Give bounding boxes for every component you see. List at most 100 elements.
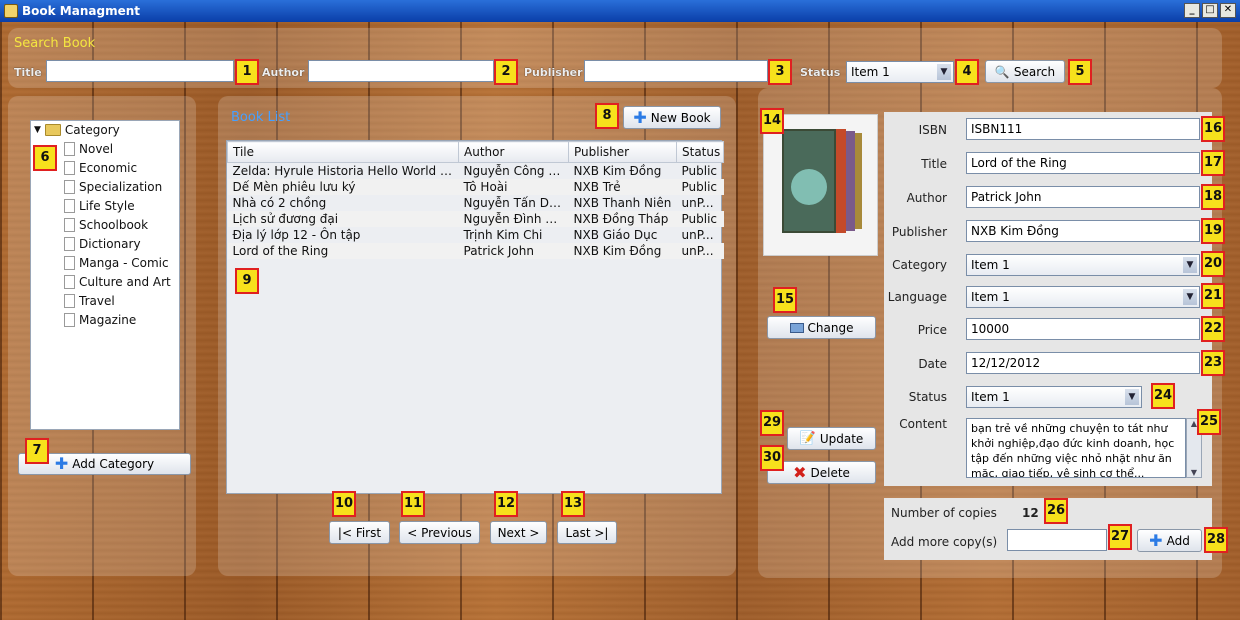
annotation-badge: 23	[1201, 350, 1225, 376]
table-row[interactable]: Zelda: Hyrule Historia Hello World RD...…	[228, 163, 724, 179]
annotation-badge: 6	[33, 145, 57, 171]
status-value: Item 1	[971, 390, 1010, 404]
cell-publisher: NXB Giáo Dục	[573, 227, 658, 242]
new-book-label: New Book	[650, 110, 711, 125]
category-item-manga-comic[interactable]: Manga - Comic	[64, 256, 169, 270]
document-icon	[64, 256, 75, 270]
content-textarea[interactable]: bạn trẻ về những chuyện to tát như khởi …	[966, 418, 1186, 478]
search-status-select[interactable]: Item 1 ▼	[846, 61, 954, 83]
cell-publisher: NXB Kim Đồng	[573, 163, 662, 178]
search-button-label: Search	[1013, 64, 1056, 79]
add-copies-input[interactable]	[1007, 529, 1107, 551]
column-header-title[interactable]: Tile	[227, 141, 459, 163]
table-row[interactable]: Nhà có 2 chồng Nguyễn Tấn Dũng NXB Thanh N…	[228, 195, 724, 211]
first-page-button[interactable]: |< First	[329, 521, 390, 544]
minimize-button[interactable]: _	[1184, 3, 1200, 18]
table-row[interactable]: Dế Mèn phiêu lưu ký Tô Hoài NXB Trẻ Public	[227, 178, 724, 195]
document-icon	[64, 199, 75, 213]
category-item-novel[interactable]: Novel	[64, 142, 113, 156]
cell-author: Patrick John	[458, 242, 569, 259]
update-button[interactable]: 📝 Update	[787, 427, 876, 450]
annotation-badge: 10	[332, 491, 356, 517]
tree-root[interactable]: ▼ Category	[34, 123, 120, 137]
annotation-badge: 22	[1201, 316, 1225, 342]
annotation-badge: 3	[768, 59, 792, 85]
annotation-badge: 20	[1201, 251, 1225, 277]
cell-status: unP...	[676, 242, 724, 259]
category-label: Schoolbook	[79, 218, 149, 232]
new-book-button[interactable]: ✚ New Book	[623, 106, 721, 129]
language-label: Language	[887, 290, 947, 304]
cell-title: Dế Mèn phiêu lưu ký	[227, 178, 459, 195]
search-publisher-label: Publisher	[524, 66, 583, 79]
close-button[interactable]: ✕	[1220, 3, 1236, 18]
window-titlebar: Book Managment _ □ ✕	[0, 0, 1240, 22]
search-button[interactable]: 🔍 Search	[985, 60, 1065, 83]
date-field[interactable]	[966, 352, 1200, 374]
category-label: Novel	[79, 142, 114, 156]
annotation-badge: 27	[1108, 524, 1132, 550]
category-item-travel[interactable]: Travel	[64, 294, 115, 308]
title-label: Title	[921, 157, 947, 171]
search-author-input[interactable]	[308, 60, 494, 82]
plus-icon: ✚	[633, 107, 647, 127]
table-row[interactable]: Lord of the Ring Patrick John NXB Kim Đồng…	[227, 242, 724, 259]
isbn-field[interactable]	[966, 118, 1200, 140]
category-label: Economic	[79, 161, 138, 175]
table-row[interactable]: Địa lý lớp 12 - Ôn tập Trịnh Kim Chi NXB G…	[228, 227, 724, 243]
column-header-publisher[interactable]: Publisher	[568, 141, 677, 163]
search-title: Search Book	[14, 36, 96, 51]
change-image-button[interactable]: Change	[767, 316, 876, 339]
previous-page-button[interactable]: < Previous	[399, 521, 480, 544]
annotation-badge: 24	[1151, 383, 1175, 409]
search-title-input[interactable]	[46, 60, 234, 82]
annotation-badge: 30	[760, 445, 784, 471]
language-select[interactable]: Item 1 ▼	[966, 286, 1200, 308]
annotation-badge: 16	[1201, 116, 1225, 142]
add-copies-button[interactable]: ✚ Add	[1137, 529, 1202, 552]
column-header-author[interactable]: Author	[458, 141, 569, 163]
category-item-economic[interactable]: Economic	[64, 161, 137, 175]
maximize-button[interactable]: □	[1202, 3, 1218, 18]
search-title-label: Title	[14, 66, 42, 79]
language-value: Item 1	[971, 290, 1010, 304]
cell-status: Public	[676, 178, 724, 195]
status-select[interactable]: Item 1 ▼	[966, 386, 1142, 408]
cell-publisher: NXB Trẻ	[568, 178, 677, 195]
category-item-dictionary[interactable]: Dictionary	[64, 237, 141, 251]
book-table[interactable]: Tile Author Publisher Status Zelda: Hyru…	[226, 140, 724, 494]
annotation-badge: 15	[773, 287, 797, 313]
title-field[interactable]	[966, 152, 1200, 174]
cell-publisher: NXB Thanh Niên	[573, 195, 672, 210]
category-label: Culture and Art	[79, 275, 171, 289]
category-item-culture-art[interactable]: Culture and Art	[64, 275, 171, 289]
cell-author: Nguyễn Tấn Dũng	[463, 195, 569, 210]
image-icon	[789, 322, 804, 333]
search-icon: 🔍	[994, 64, 1010, 79]
publisher-field[interactable]	[966, 220, 1200, 242]
document-icon	[64, 294, 75, 308]
add-copies-button-label: Add	[1166, 533, 1190, 548]
date-label: Date	[918, 357, 947, 371]
annotation-badge: 21	[1201, 283, 1225, 309]
document-icon	[64, 218, 75, 232]
last-page-button[interactable]: Last >|	[557, 521, 617, 544]
column-header-status[interactable]: Status	[676, 141, 724, 163]
isbn-label: ISBN	[918, 123, 947, 137]
copies-count: 12	[1022, 506, 1039, 520]
search-publisher-input[interactable]	[584, 60, 768, 82]
category-item-schoolbook[interactable]: Schoolbook	[64, 218, 148, 232]
category-item-specialization[interactable]: Specialization	[64, 180, 162, 194]
annotation-badge: 25	[1197, 409, 1221, 435]
category-item-life-style[interactable]: Life Style	[64, 199, 135, 213]
category-select[interactable]: Item 1 ▼	[966, 254, 1200, 276]
author-field[interactable]	[966, 186, 1200, 208]
table-row[interactable]: Lịch sử đương đại Nguyễn Đình Ch... NXB Đồ…	[227, 210, 724, 227]
category-item-magazine[interactable]: Magazine	[64, 313, 136, 327]
publisher-label: Publisher	[891, 225, 947, 239]
next-page-button[interactable]: Next >	[490, 521, 547, 544]
update-label: Update	[819, 431, 864, 446]
price-field[interactable]	[966, 318, 1200, 340]
cell-publisher: NXB Đồng Tháp	[568, 210, 677, 227]
expand-icon: ▼	[34, 125, 41, 135]
